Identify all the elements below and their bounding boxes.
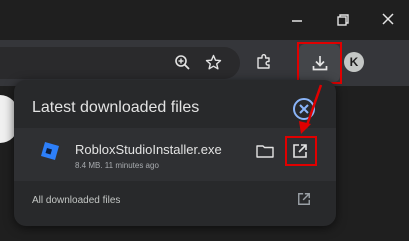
all-downloads-link[interactable]: All downloaded files xyxy=(32,195,120,206)
open-external-icon[interactable] xyxy=(297,192,311,206)
